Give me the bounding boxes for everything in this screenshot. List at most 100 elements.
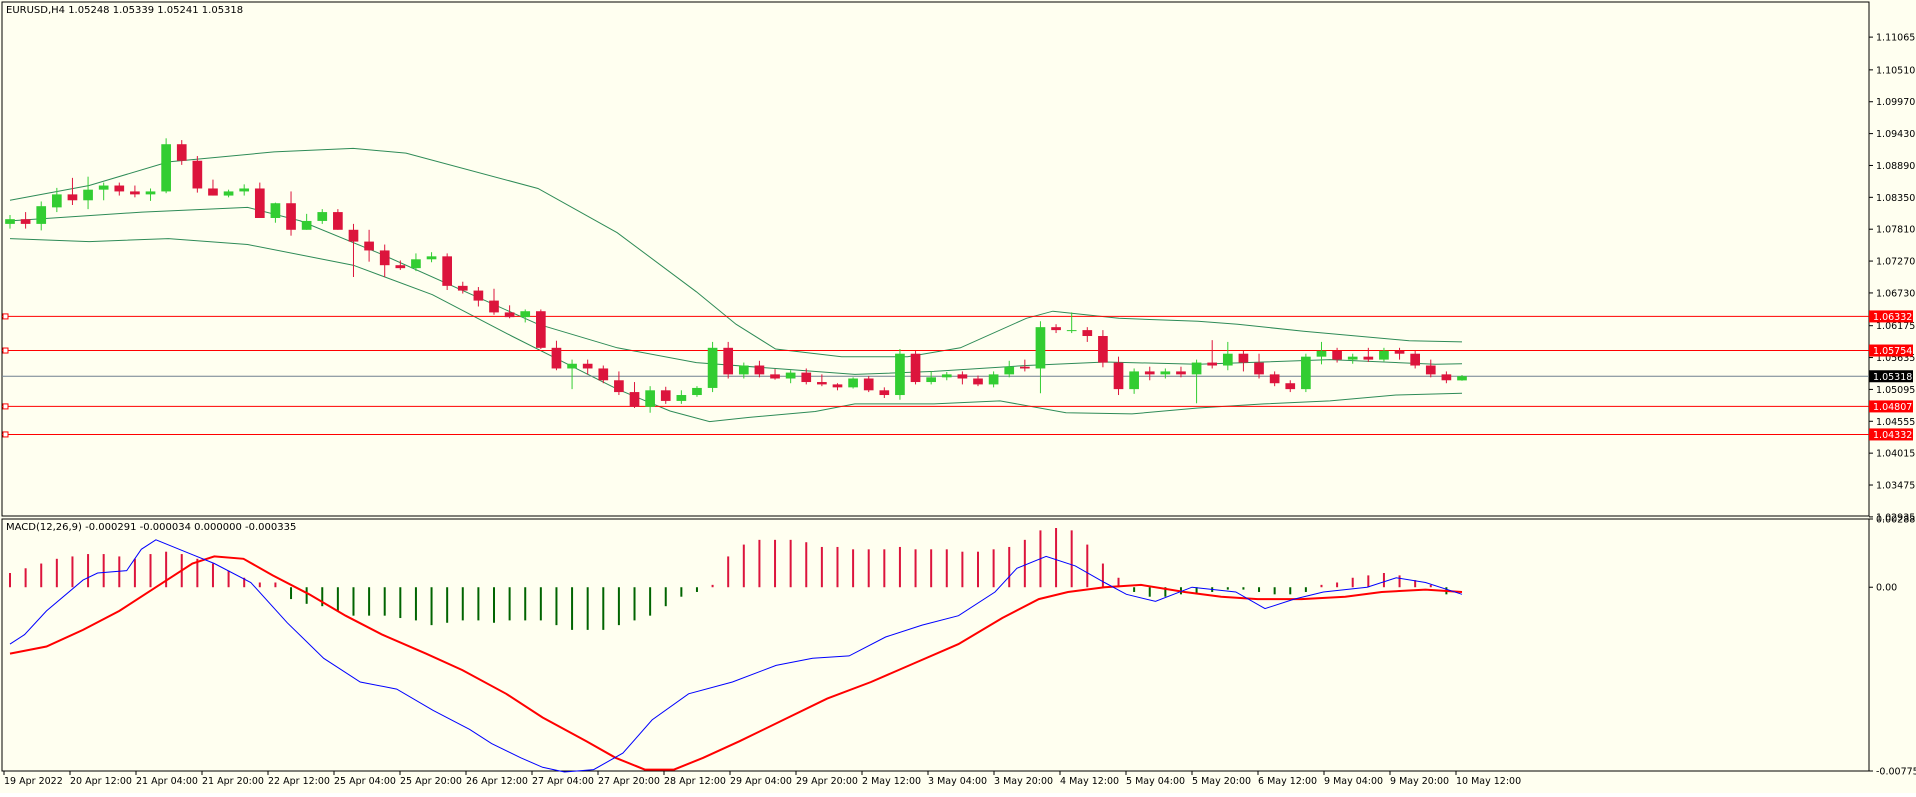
- bullish-candle: [848, 378, 858, 388]
- level-anchor-handle: [2, 313, 9, 320]
- bullish-candle: [1316, 350, 1327, 357]
- bearish-candle: [879, 390, 890, 396]
- time-axis-label: 25 Apr 04:00: [334, 776, 396, 787]
- bearish-candle: [192, 160, 203, 189]
- time-axis-label: 5 May 20:00: [1192, 776, 1251, 787]
- bearish-candle: [551, 347, 562, 369]
- bearish-candle: [1394, 350, 1405, 354]
- time-axis-label: 22 Apr 12:00: [268, 776, 330, 787]
- time-axis-label: 5 May 04:00: [1126, 776, 1185, 787]
- bullish-candle: [1035, 327, 1046, 369]
- bullish-candle: [1457, 376, 1467, 381]
- bearish-candle: [176, 144, 187, 161]
- bearish-candle: [254, 188, 265, 218]
- bearish-candle: [754, 365, 765, 375]
- bearish-candle: [832, 384, 843, 388]
- bearish-candle: [817, 382, 827, 385]
- bearish-candle: [1332, 350, 1342, 360]
- bearish-candle: [67, 194, 78, 201]
- bullish-candle: [145, 191, 156, 195]
- time-axis-label: 29 Apr 20:00: [796, 776, 858, 787]
- bullish-candle: [36, 206, 47, 224]
- bullish-candle: [51, 194, 62, 208]
- price-axis-label: 1.09430: [1876, 129, 1915, 140]
- bullish-candle: [645, 390, 655, 407]
- bearish-candle: [1285, 383, 1296, 390]
- time-axis-label: 28 Apr 12:00: [664, 776, 726, 787]
- time-axis-label: 10 May 12:00: [1456, 776, 1521, 787]
- bullish-candle: [1066, 330, 1077, 332]
- bearish-candle: [473, 290, 484, 301]
- time-axis-label: 20 Apr 12:00: [70, 776, 132, 787]
- bearish-candle: [1082, 330, 1093, 337]
- bullish-candle: [941, 374, 952, 378]
- time-axis-label: 26 Apr 12:00: [466, 776, 528, 787]
- bearish-candle: [629, 392, 640, 407]
- bullish-candle: [411, 259, 421, 269]
- bearish-candle: [333, 212, 343, 230]
- bullish-candle: [1191, 362, 1202, 375]
- price-axis-label: 1.09970: [1876, 97, 1915, 108]
- price-axis-label: 1.07810: [1876, 225, 1915, 236]
- bearish-candle: [1269, 374, 1280, 384]
- bearish-candle: [660, 390, 671, 401]
- price-axis-label: 1.05095: [1876, 385, 1915, 396]
- time-axis-label: 19 Apr 2022: [4, 776, 63, 787]
- bullish-candle: [520, 311, 531, 318]
- bearish-candle: [1051, 327, 1061, 331]
- symbol-ohlc-label: EURUSD,H4 1.05248 1.05339 1.05241 1.0531…: [6, 5, 243, 16]
- bearish-candle: [1238, 353, 1249, 363]
- current-price-tag-label: 1.05318: [1873, 372, 1912, 383]
- bullish-candle: [1379, 350, 1389, 360]
- level-price-tag-label: 1.04332: [1873, 430, 1912, 441]
- price-axis-label: 1.07270: [1876, 257, 1915, 268]
- bearish-candle: [1441, 374, 1452, 381]
- time-axis-label: 9 May 04:00: [1324, 776, 1383, 787]
- time-axis-label: 6 May 12:00: [1258, 776, 1317, 787]
- level-price-tag-label: 1.06332: [1873, 312, 1912, 323]
- bearish-candle: [395, 265, 406, 269]
- bearish-candle: [208, 188, 218, 196]
- bearish-candle: [535, 311, 546, 348]
- bullish-candle: [926, 377, 937, 383]
- bullish-candle: [426, 256, 437, 260]
- bearish-candle: [1363, 356, 1374, 360]
- bearish-candle: [130, 191, 140, 195]
- time-axis-label: 2 May 12:00: [862, 776, 921, 787]
- bearish-candle: [114, 185, 125, 192]
- price-axis-label: 1.03475: [1876, 481, 1915, 492]
- bullish-candle: [5, 219, 15, 224]
- price-axis-label: 1.10510: [1876, 65, 1915, 76]
- bullish-candle: [676, 395, 687, 401]
- bullish-candle: [98, 185, 109, 190]
- bearish-candle: [582, 363, 593, 369]
- chart-canvas[interactable]: 1.11065 1.10510 1.09970 1.09430 1.08890 1.083…: [0, 0, 1916, 793]
- bearish-candle: [1019, 366, 1030, 369]
- chart-background: [0, 0, 1916, 793]
- bearish-candle: [1410, 353, 1421, 366]
- bearish-candle: [770, 374, 780, 379]
- macd-axis-label: 0.00288: [1876, 515, 1915, 526]
- bullish-candle: [1129, 371, 1139, 390]
- bullish-candle: [1347, 356, 1358, 360]
- bullish-candle: [692, 387, 702, 396]
- bullish-candle: [1160, 371, 1171, 375]
- bearish-candle: [614, 380, 624, 393]
- bearish-candle: [910, 353, 921, 383]
- bullish-candle: [707, 347, 718, 388]
- bullish-candle: [567, 363, 577, 369]
- level-anchor-handle: [2, 431, 9, 438]
- level-price-tag-label: 1.04807: [1873, 402, 1912, 413]
- bearish-candle: [489, 300, 499, 313]
- bullish-candle: [223, 191, 234, 196]
- bearish-candle: [801, 372, 812, 383]
- price-axis-label: 1.11065: [1876, 33, 1915, 44]
- time-axis-label: 21 Apr 20:00: [202, 776, 264, 787]
- bearish-candle: [286, 203, 296, 230]
- macd-axis-label: -0.007757: [1876, 767, 1916, 778]
- bullish-candle: [301, 220, 312, 230]
- bullish-candle: [239, 188, 250, 192]
- bullish-candle: [1004, 366, 1015, 375]
- time-axis-label: 27 Apr 20:00: [598, 776, 660, 787]
- bearish-candle: [1144, 371, 1155, 375]
